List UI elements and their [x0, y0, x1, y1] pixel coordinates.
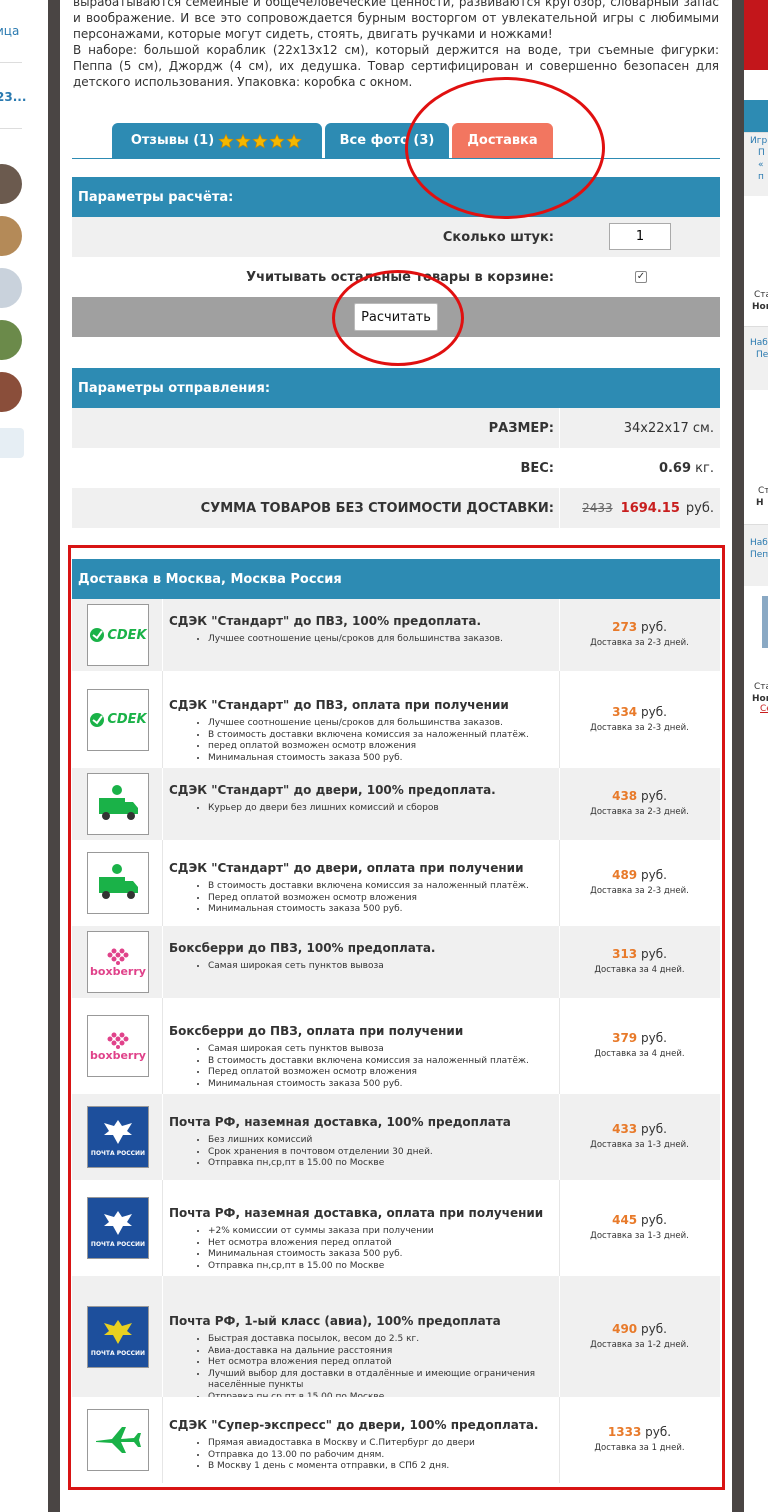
product-card-title[interactable]: Пе	[756, 350, 768, 360]
banner-image[interactable]	[744, 0, 768, 70]
shipping-params-title: Параметры отправления:	[78, 380, 271, 396]
size-value: 34x22x17 см.	[559, 408, 720, 448]
sum-label: СУММА ТОВАРОВ БЕЗ СТОИМОСТИ ДОСТАВКИ:	[200, 500, 554, 516]
shipping-params-header: Параметры отправления:	[72, 368, 720, 408]
avatar[interactable]	[0, 320, 22, 360]
page-border-right	[732, 0, 744, 1512]
sum-row: СУММА ТОВАРОВ БЕЗ СТОИМОСТИ ДОСТАВКИ: 24…	[72, 488, 720, 528]
qty-label: Сколько штук:	[442, 229, 554, 245]
description-text: В наборе: большой кораблик (22х13х12 см)…	[73, 43, 719, 89]
weight-value: 0.69 кг.	[559, 448, 720, 488]
avatar[interactable]	[0, 372, 22, 412]
calc-params-header: Параметры расчёта:	[72, 177, 720, 217]
product-status: Ста	[754, 682, 768, 692]
right-sidebar: Игр П « п Ста Нов Наб Пе Ст Н Наб Пеп Ст…	[744, 0, 768, 1512]
avatar[interactable]	[0, 164, 22, 204]
calc-params-title: Параметры расчёта:	[78, 189, 234, 205]
avatar-placeholder[interactable]	[0, 268, 22, 308]
divider	[0, 128, 22, 129]
tab-divider	[72, 158, 720, 159]
size-label: РАЗМЕР:	[488, 420, 554, 436]
qty-input[interactable]	[609, 223, 671, 250]
product-card-title[interactable]: Наб	[750, 338, 768, 348]
star-icon	[235, 132, 251, 148]
star-icon	[286, 132, 302, 148]
weight-number: 0.69	[658, 460, 692, 476]
sidebar-link[interactable]: 23...	[0, 90, 26, 104]
sum-value: 2433 1694.15 руб.	[559, 488, 720, 528]
product-image[interactable]	[762, 596, 768, 648]
rating-stars	[218, 132, 303, 149]
product-card-title[interactable]: Игр	[750, 136, 767, 146]
sum-unit: руб.	[685, 500, 714, 516]
sidebar-button[interactable]	[0, 428, 24, 458]
main-content: вырабатываются семейные и общечеловеческ…	[60, 0, 732, 1512]
left-sidebar: ица 23...	[0, 0, 48, 1512]
weight-label: ВЕС:	[520, 460, 554, 476]
sum-new-price: 1694.15	[620, 500, 680, 516]
product-price: Нов	[752, 302, 768, 312]
product-card-title[interactable]: Пеп	[750, 550, 768, 560]
weight-unit: кг.	[695, 460, 714, 476]
product-card-title[interactable]: П	[758, 148, 765, 158]
weight-row: ВЕС: 0.69 кг.	[72, 448, 720, 488]
star-icon	[218, 132, 234, 148]
star-icon	[269, 132, 285, 148]
sidebar-header	[744, 100, 768, 132]
product-card-title[interactable]: Наб	[750, 538, 768, 548]
product-price: Н	[756, 498, 764, 508]
size-row: РАЗМЕР: 34x22x17 см.	[72, 408, 720, 448]
sum-old-price: 2433	[582, 501, 613, 515]
annotation-box	[68, 545, 725, 1490]
product-description: вырабатываются семейные и общечеловеческ…	[73, 0, 719, 90]
description-text: вырабатываются семейные и общечеловеческ…	[73, 0, 719, 41]
divider	[0, 62, 22, 63]
annotation-circle	[332, 270, 464, 366]
star-icon	[252, 132, 268, 148]
annotation-circle	[405, 77, 605, 219]
product-status: Ст	[758, 486, 768, 496]
size-unit: см.	[692, 420, 714, 436]
tab-reviews[interactable]: Отзывы (1)	[112, 123, 322, 158]
size-number: 34x22x17	[623, 420, 689, 436]
product-card-title[interactable]: «	[758, 160, 764, 170]
tab-reviews-label: Отзывы (1)	[130, 133, 215, 148]
sidebar-link[interactable]: ица	[0, 24, 19, 38]
avatar[interactable]	[0, 216, 22, 256]
page-border-left	[48, 0, 60, 1512]
cart-checkbox[interactable]: ✓	[635, 271, 647, 283]
product-link[interactable]: Се	[760, 704, 768, 714]
product-card-title[interactable]: п	[758, 172, 764, 182]
product-status: Ста	[754, 290, 768, 300]
product-price: Нов	[752, 694, 768, 704]
